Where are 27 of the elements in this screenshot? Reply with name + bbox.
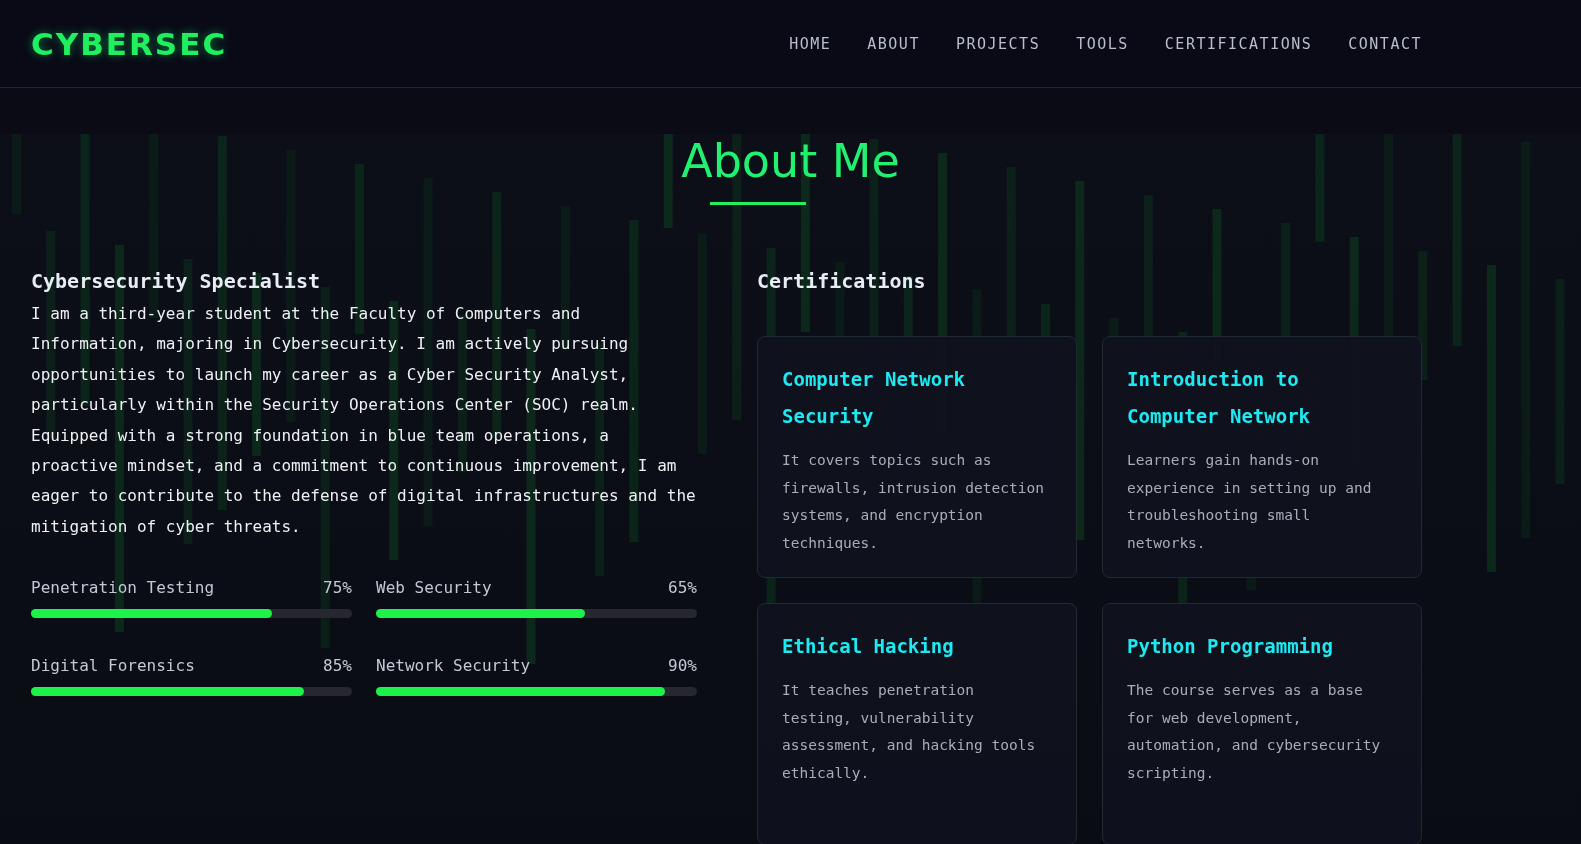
skill-percent: 90%	[668, 656, 697, 676]
section-heading: About Me	[680, 134, 901, 188]
card-title: Introduction to Computer Network	[1127, 367, 1312, 429]
card-text: Learners gain hands-on experience in setting up and troubleshooting small networks.	[1127, 451, 1373, 553]
skill-name: Penetration Testing	[31, 578, 215, 598]
skill-name: Web Security	[376, 578, 492, 598]
logo[interactable]: CYBERSEC	[31, 25, 228, 62]
nav-link[interactable]: CONTACT	[1348, 34, 1422, 53]
skill-percent: 65%	[668, 578, 697, 598]
card-text: It teaches penetration testing, vulnerability assessment, and hacking tools ethically.	[782, 681, 1037, 783]
nav-link[interactable]: CERTIFICATIONS	[1164, 34, 1313, 53]
profile-title: Cybersecurity Specialist	[31, 269, 321, 293]
skill-name: Digital Forensics	[31, 656, 195, 676]
nav-link[interactable]: TOOLS	[1076, 34, 1129, 53]
profile-paragraph: I am a third-year student at the Faculty of Computers and Information, majoring in Cybersecurity. I am actively pursuing opportunities to launch my career as a Cyber Security Analyst, particularly within the Security Operations Center (SOC) realm. Equipped with a strong foundation in blue team operations, a proactive mindset, and a commitment to continuous improvement, I am eager to contribute to the defense of digital infrastructures and the mitigation of cyber threats.	[31, 303, 697, 538]
nav-link[interactable]: ABOUT	[867, 34, 920, 53]
nav-link[interactable]: HOME	[789, 34, 832, 53]
nav-link[interactable]: PROJECTS	[955, 34, 1041, 53]
card-text: It covers topics such as firewalls, intrusion detection systems, and encryption techniques.	[782, 451, 1045, 553]
certifications-title: Certifications	[757, 269, 927, 293]
card-title: Computer Network Security	[782, 367, 967, 429]
skill-percent: 75%	[323, 578, 352, 598]
skill-name: Network Security	[376, 656, 531, 676]
card-text: The course serves as a base for web development, automation, and cybersecurity scripting.	[1127, 681, 1382, 783]
card-title: Ethical Hacking	[782, 634, 955, 659]
skill-percent: 85%	[323, 656, 352, 676]
card-title: Python Programming	[1127, 634, 1334, 659]
